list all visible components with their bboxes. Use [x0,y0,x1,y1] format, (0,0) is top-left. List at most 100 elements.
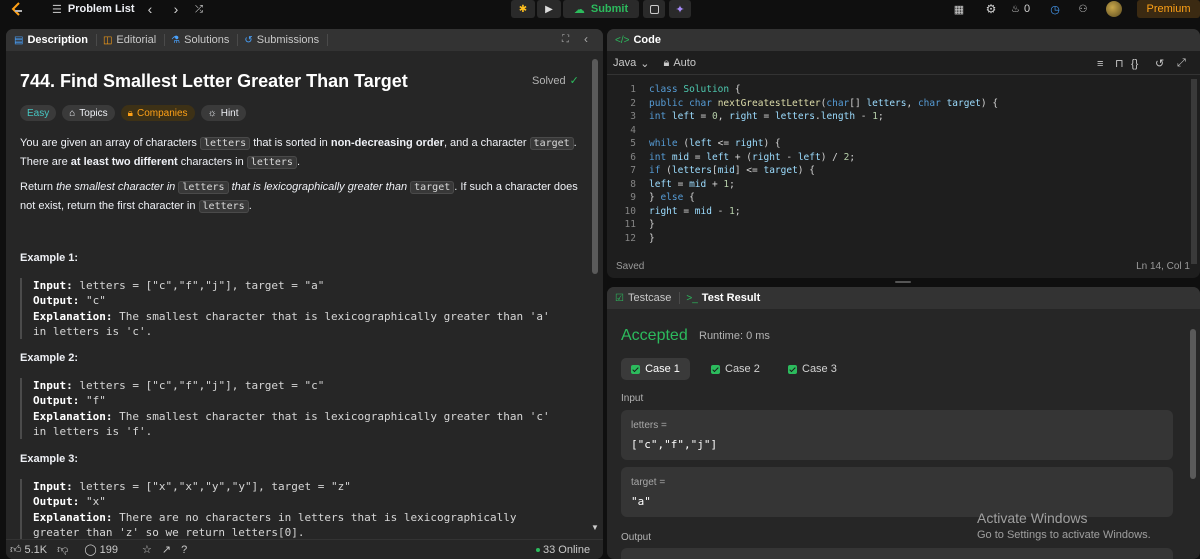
result-status: Accepted [621,327,688,344]
example-input: letters = ["x","x","y","y"], target = "z… [79,480,351,493]
share-button[interactable]: ↗ [162,543,171,556]
check-icon [788,364,797,374]
top-bar: ☰ Problem List ‹ › ⤮ ✱ ▶ ☁ Submit ✦ ▦ ⚙ … [0,0,1200,18]
flame-icon: ♨ [1011,3,1020,15]
tab-testcase[interactable]: ☑ Testcase [615,292,681,304]
star-icon: ☆ [141,544,152,556]
example-input: letters = ["c","f","j"], target = "c" [79,379,325,392]
activate-windows-subtitle: Go to Settings to activate Windows. [977,529,1151,541]
expand-icon[interactable]: ⤢ [1177,57,1186,70]
statement-text: that is sorted in [250,137,331,149]
debug-button[interactable]: ✱ [511,0,535,18]
code-line: 4 [630,124,636,136]
premium-label: Premium [1146,3,1191,15]
submit-button[interactable]: ☁ Submit [563,0,639,18]
tab-solutions-label: Solutions [184,34,230,46]
code-icon: </> [615,34,630,46]
solved-label: Solved [532,74,566,87]
next-problem-button[interactable]: › [169,0,183,18]
settings-button[interactable]: ⚙ [983,0,999,18]
grid-layout-icon: ▦ [953,3,965,16]
language-label: Java [613,57,637,69]
reset-icon[interactable]: ↺ [1155,57,1164,70]
run-button[interactable]: ▶ [537,0,561,18]
thumbs-up-icon: 👍︎ [10,544,22,556]
letters-var-value: ["c","f","j"] [631,438,718,451]
bookmark-icon[interactable]: ⊓ [1115,57,1124,70]
lightbulb-icon: ☼ [207,107,217,119]
notes-button[interactable] [643,0,665,18]
companies-tag[interactable]: 🔒︎ Companies [120,105,195,121]
output-label: Output: [33,294,80,308]
streak-counter[interactable]: ♨ 0 [1011,0,1030,18]
statement-bold: at least two different [70,156,178,168]
prev-problem-button[interactable]: ‹ [143,0,157,18]
avatar[interactable] [1103,0,1125,18]
tab-test-result-label: Test Result [701,292,761,304]
result-scrollbar[interactable] [1190,329,1196,479]
code-line: 2 public char nextGreatestLetter(char[] … [630,97,999,109]
case-label: Case 1 [645,363,680,375]
lock-icon: 🔒︎ [663,57,670,69]
book-icon: ◫ [102,34,113,46]
editor-toolbar: Java ⌄ 🔒︎ Auto ≡ ⊓ {} ↺ ⤢ [607,53,1200,75]
example-3-title: Example 3: [20,453,79,465]
case-1-tab[interactable]: Case 1 [621,358,690,380]
add-friend-button[interactable]: ⚇ [1074,0,1092,18]
premium-button[interactable]: Premium [1137,0,1200,18]
inline-code: letters [178,181,229,194]
maximize-icon[interactable]: ⛶ [562,34,569,45]
favorite-button[interactable]: ☆ [142,543,152,556]
output-box [621,548,1173,559]
tab-submissions[interactable]: ↺ Submissions [244,34,329,46]
editor-scrollbar[interactable] [1191,79,1197,264]
random-problem-button[interactable]: ⤮ [192,0,206,18]
comments-button[interactable]: ◯ 199 [84,543,118,557]
output-section-label: Output [621,532,652,543]
problem-statement: You are given an array of characters let… [20,134,580,172]
dislike-button[interactable]: 👎︎ [57,543,68,556]
help-button[interactable]: ? [181,544,187,556]
input-label: Input: [33,379,73,392]
example-input: letters = ["c","f","j"], target = "a" [79,279,325,292]
scroll-down-arrow-icon[interactable]: ▼ [591,523,599,532]
format-icon[interactable]: ≡ [1097,58,1103,70]
tab-editorial[interactable]: ◫ Editorial [102,34,166,46]
tab-description[interactable]: ▤ Description [14,34,97,46]
note-icon [649,4,659,14]
ai-assist-button[interactable]: ✦ [669,0,691,18]
description-scrollbar[interactable] [592,59,598,274]
shuffle-icon: ⤮ [195,3,203,15]
output-label: Output: [33,495,80,509]
collapse-panel-icon[interactable]: ‹ [584,32,588,46]
topics-label: Topics [79,107,108,119]
auto-mode[interactable]: 🔒︎ Auto [663,57,696,70]
leetcode-logo[interactable] [0,0,34,18]
difficulty-label: Easy [27,107,50,119]
layout-button[interactable]: ▦ [951,0,967,18]
language-select[interactable]: Java ⌄ [613,57,649,70]
code-line: 8 left = mid + 1; [630,178,735,190]
example-2-block: Input: letters = ["c","f","j"], target =… [20,378,555,440]
topics-tag[interactable]: ⌂ Topics [62,105,115,121]
code-line: 6 int mid = left + (right - left) / 2; [630,151,856,163]
letters-input-box: letters = ["c","f","j"] [621,410,1173,460]
code-line: 10 right = mid - 1; [624,205,741,217]
case-2-tab[interactable]: Case 2 [711,358,760,380]
description-panel: ▤ Description ◫ Editorial ⚗ Solutions ↺ … [6,29,603,559]
letters-var-name: letters = [631,420,667,431]
tab-solutions[interactable]: ⚗ Solutions [171,34,239,46]
input-label: Input: [33,480,73,493]
example-2-title: Example 2: [20,352,79,364]
problem-list-link[interactable]: ☰ Problem List [52,0,135,18]
panel-splitter[interactable] [895,281,911,283]
check-icon [631,364,641,374]
code-line: 9 } else { [630,192,695,203]
case-3-tab[interactable]: Case 3 [788,358,837,380]
tab-test-result[interactable]: >_ Test Result [686,292,768,304]
share-icon: ↗ [161,544,172,556]
hint-tag[interactable]: ☼ Hint [200,105,246,121]
like-button[interactable]: 👍︎ 5.1K [10,543,47,557]
braces-icon[interactable]: {} [1131,58,1138,70]
timer-button[interactable]: ◷ [1046,0,1064,18]
